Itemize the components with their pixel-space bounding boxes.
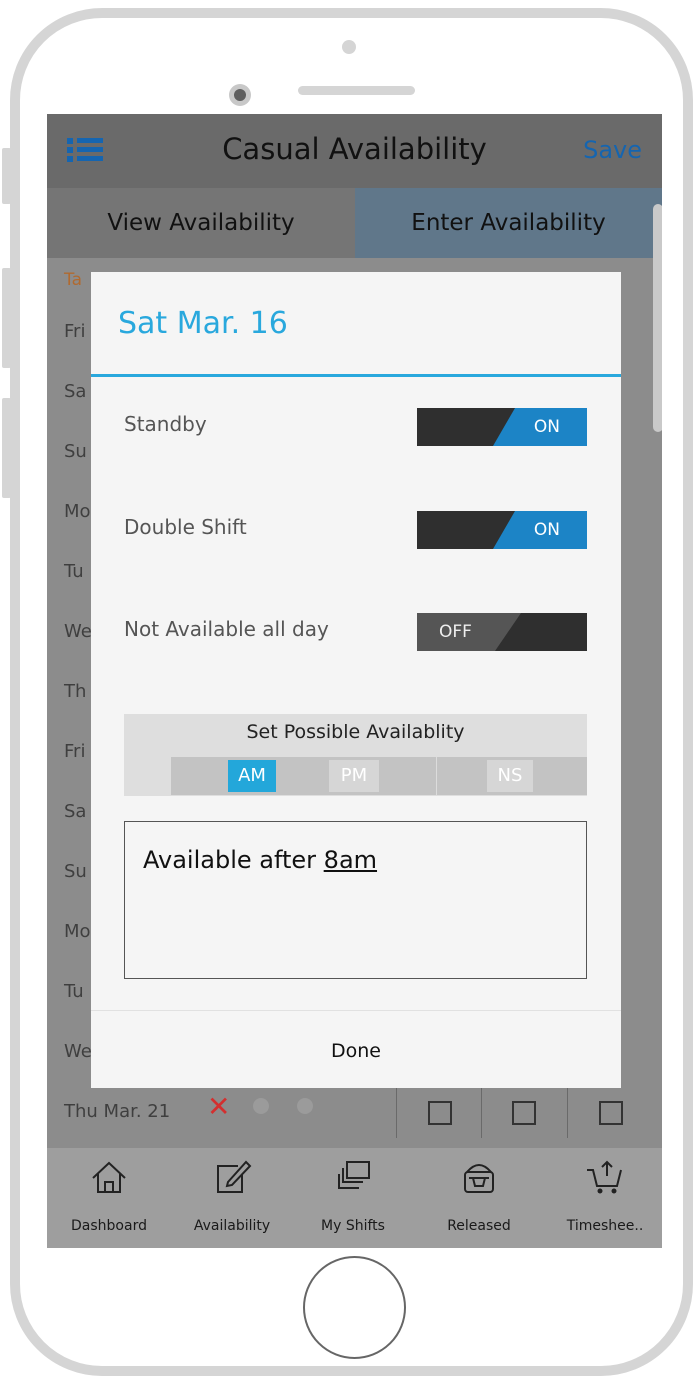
nav-dashboard[interactable]: Dashboard [59, 1148, 159, 1248]
toggle-state: ON [533, 417, 560, 437]
edit-icon [217, 1160, 252, 1193]
tab-bar: View Availability Enter Availability [47, 188, 662, 258]
title-divider [91, 374, 621, 377]
day-availability-dialog: Sat Mar. 16 Standby ON Double Shift ON N… [91, 272, 621, 1088]
nav-label: Availability [193, 1218, 271, 1234]
list-header-label: Ta [64, 270, 82, 290]
standby-label: Standby [124, 412, 207, 436]
list-item: Fri [64, 741, 86, 762]
not-available-toggle[interactable]: OFF [417, 613, 587, 651]
toggle-state: ON [533, 520, 560, 540]
checkbox[interactable] [512, 1101, 536, 1125]
nav-label: Released [447, 1218, 511, 1234]
nav-label: My Shifts [321, 1218, 385, 1234]
list-item: Fri [64, 321, 86, 342]
list-item: Mo [64, 921, 91, 942]
checkbox[interactable] [428, 1101, 452, 1125]
standby-toggle[interactable]: ON [417, 408, 587, 446]
double-shift-toggle[interactable]: ON [417, 511, 587, 549]
cart-icon [587, 1160, 622, 1194]
nav-released[interactable]: Released [429, 1148, 529, 1248]
list-item: Tu [64, 561, 84, 582]
double-shift-label: Double Shift [124, 515, 247, 539]
tab-view-availability[interactable]: View Availability [47, 188, 355, 258]
dialog-title: Sat Mar. 16 [118, 306, 288, 341]
app-header: Casual Availability Save [47, 114, 662, 188]
basket-icon [464, 1164, 494, 1193]
shift-segment-control: AM PM NS [171, 757, 587, 795]
pm-button[interactable]: PM [329, 760, 379, 792]
list-item: We [64, 621, 92, 642]
bottom-nav: Dashboard Availability My Shifts Release… [47, 1148, 662, 1248]
save-button[interactable]: Save [583, 136, 642, 164]
notes-textarea[interactable]: Available after 8am [124, 821, 587, 979]
list-item: Su [64, 861, 87, 882]
front-sensor [342, 40, 356, 54]
divider [481, 1088, 482, 1138]
done-button[interactable]: Done [91, 1040, 621, 1062]
panel-title: Set Possible Availablity [246, 721, 465, 743]
nav-label: Dashboard [71, 1218, 147, 1234]
possible-availability-panel: Set Possible Availablity AM PM NS [124, 714, 587, 796]
list-item: Sa [64, 381, 87, 402]
toggle-state: OFF [439, 622, 472, 642]
checkbox[interactable] [599, 1101, 623, 1125]
list-item: Su [64, 441, 87, 462]
unavailable-x-icon[interactable]: ✕ [207, 1090, 230, 1123]
home-button[interactable] [303, 1256, 406, 1359]
am-button[interactable]: AM [228, 760, 276, 792]
divider [396, 1088, 397, 1138]
nav-label: Timeshee.. [566, 1218, 644, 1234]
stack-icon [338, 1161, 370, 1189]
notes-text: Available after 8am [143, 846, 378, 874]
status-dot [297, 1098, 313, 1114]
not-available-label: Not Available all day [124, 617, 329, 641]
home-icon [92, 1161, 126, 1193]
divider [436, 757, 437, 795]
list-item: Tu [64, 981, 84, 1002]
nav-my-shifts[interactable]: My Shifts [303, 1148, 403, 1248]
list-item: Th [64, 681, 87, 702]
status-dot [253, 1098, 269, 1114]
earpiece-speaker [298, 86, 415, 95]
page-title: Casual Availability [222, 132, 487, 166]
nav-availability[interactable]: Availability [182, 1148, 282, 1248]
list-item: Sa [64, 801, 87, 822]
footer-divider [91, 1010, 621, 1011]
list-item-thu-mar-21: Thu Mar. 21 [64, 1101, 171, 1122]
tab-enter-availability[interactable]: Enter Availability [355, 188, 662, 258]
list-item: Mo [64, 501, 91, 522]
list-item: We [64, 1041, 92, 1062]
ns-button[interactable]: NS [487, 760, 533, 792]
front-camera [229, 84, 251, 106]
divider [567, 1088, 568, 1138]
nav-timesheets[interactable]: Timeshee.. [555, 1148, 655, 1248]
